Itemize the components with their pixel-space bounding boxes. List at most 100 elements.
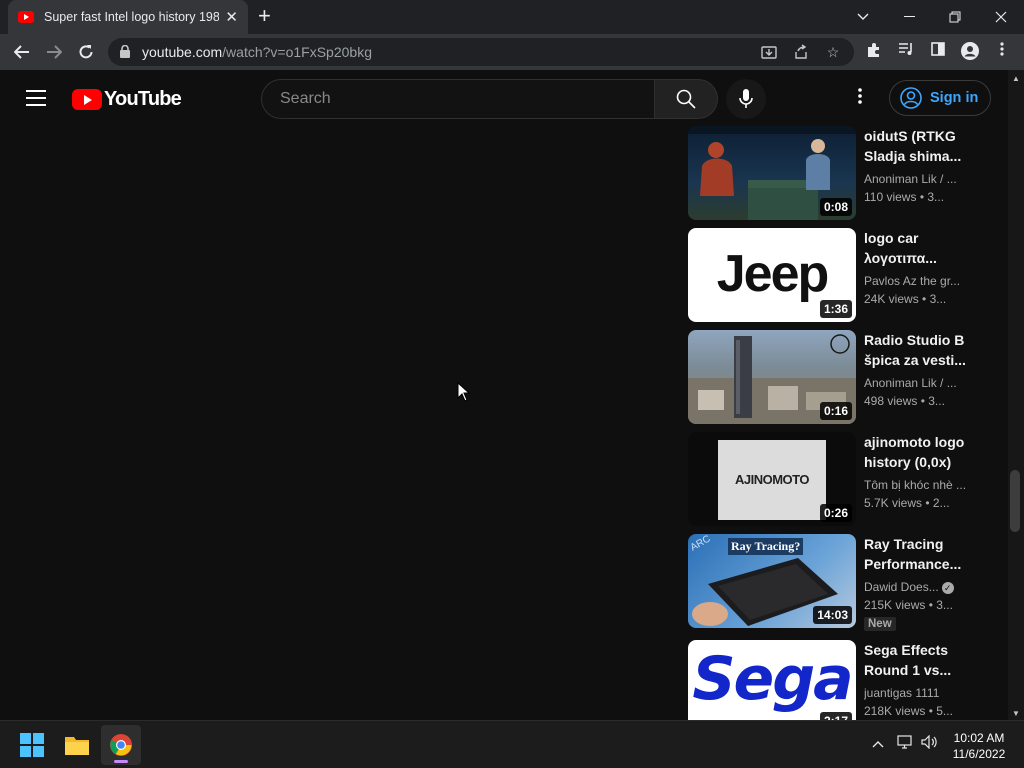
video-duration: 0:26 [819,504,852,522]
video-duration: 14:03 [813,606,852,624]
settings-more-icon[interactable] [850,88,870,110]
video-duration: 1:36 [819,300,852,318]
scrollbar-thumb[interactable] [1010,470,1020,532]
video-thumbnail[interactable]: Jeep 1:36 [688,228,856,322]
account-circle-icon [900,87,922,109]
page-scrollbar[interactable]: ▲ ▼ [1008,70,1024,720]
upload-age: 3... [936,598,953,612]
restore-icon[interactable] [932,0,978,34]
new-badge: New [864,617,896,631]
url-path: /watch?v=o1FxSp20bkg [222,44,372,60]
view-count: 218K views [864,704,926,718]
sign-in-button[interactable]: Sign in [889,80,991,116]
side-panel-icon[interactable] [928,42,948,62]
show-hidden-icons-chevron-icon[interactable] [872,735,884,751]
search-input[interactable] [278,89,638,109]
youtube-play-icon [72,89,102,110]
channel-name[interactable]: Anoniman Lik / ... [864,374,968,392]
scroll-up-arrow-icon[interactable]: ▲ [1012,74,1020,83]
video-title[interactable]: logo car λογοτιπα... [864,228,968,268]
video-thumbnail[interactable]: Ray Tracing? ARC 14:03 [688,534,856,628]
reload-icon[interactable] [74,40,98,64]
youtube-logo[interactable]: YouTube [72,88,182,111]
video-title[interactable]: Sega Effects Round 1 vs... [864,640,968,680]
search-button[interactable] [654,79,718,119]
video-title[interactable]: Radio Studio B špica za vesti... [864,330,968,370]
view-count: 5.7K views [864,496,923,510]
video-thumbnail[interactable]: 0:16 [688,330,856,424]
extensions-puzzle-icon[interactable] [864,42,884,62]
search-box[interactable] [261,79,655,119]
clock-date: 11/6/2022 [952,747,1006,761]
volume-icon[interactable] [921,734,939,752]
thumbnail-text: Ray Tracing? [728,538,804,555]
channel-name[interactable]: Dawid Does... ✓ [864,578,968,596]
recommended-video[interactable]: AJINOMOTO 0:26 ajinomoto logo history (0… [688,432,988,526]
video-stats: 5.7K views • 2... [864,496,950,510]
thumbnail-text: Jeep [716,245,830,303]
forward-arrow-icon[interactable] [42,40,66,64]
tab-title: Super fast Intel logo history 1981 [44,10,220,24]
browser-tab-strip: Super fast Intel logo history 1981 ✕ + [0,0,1024,34]
clock-time: 10:02 AM [953,731,1005,745]
channel-name[interactable]: juantigas 1111 [864,684,968,702]
hamburger-menu-icon[interactable] [26,90,46,106]
windows-start-icon[interactable] [12,725,52,765]
microphone-icon [739,89,753,108]
view-count: 110 views [864,190,917,204]
upload-age: 3... [928,394,945,408]
upload-age: 5... [936,704,953,718]
video-stats: 215K views • 3... [864,598,953,612]
video-thumbnail[interactable]: 0:08 [688,126,856,220]
media-queue-icon[interactable] [896,42,916,62]
video-stats: 218K views • 5... [864,704,953,718]
upload-age: 2... [932,496,950,510]
youtube-logo-text: YouTube [104,88,182,110]
thumbnail-text: Sega [692,644,853,714]
recommended-video[interactable]: Jeep 1:36 logo car λογοτιπα... Pavlos Az… [688,228,988,322]
scroll-down-arrow-icon[interactable]: ▼ [1012,709,1020,718]
tab-close-icon[interactable]: ✕ [225,8,238,26]
video-title[interactable]: oidutS (RTKG Sladja shima... [864,126,968,166]
network-icon[interactable] [897,735,915,752]
video-stats: 110 views • 3... [864,190,945,204]
video-title[interactable]: Ray Tracing Performance... [864,534,968,574]
back-arrow-icon[interactable] [10,40,34,64]
share-icon[interactable] [792,44,810,60]
file-explorer-icon[interactable] [57,725,97,765]
lock-icon[interactable] [120,45,130,58]
search-icon [676,89,696,109]
video-title[interactable]: ajinomoto logo history (0,0x) [864,432,968,472]
install-app-icon[interactable] [760,44,778,60]
channel-name[interactable]: Anoniman Lik / ... [864,170,968,188]
browser-menu-icon[interactable] [992,42,1012,62]
video-thumbnail[interactable]: AJINOMOTO 0:26 [688,432,856,526]
channel-name[interactable]: Tôm bị khóc nhè ... [864,476,968,494]
video-stats: 498 views • 3... [864,394,945,408]
voice-search-button[interactable] [726,79,766,119]
recommended-video[interactable]: 0:08 oidutS (RTKG Sladja shima... Anonim… [688,126,988,220]
video-stats: 24K views • 3... [864,292,947,306]
profile-avatar-icon[interactable] [960,42,980,62]
tab-search-chevron-icon[interactable] [840,0,886,34]
recommended-video[interactable]: Ray Tracing? ARC 14:03 Ray Tracing Perfo… [688,534,988,631]
thumbnail-text: AJINOMOTO [735,472,810,487]
recommended-video[interactable]: 0:16 Radio Studio B špica za vesti... An… [688,330,988,424]
url-host: youtube.com [142,44,223,60]
minimize-icon[interactable] [886,0,932,34]
new-tab-icon[interactable]: + [258,5,271,27]
chrome-taskbar-icon[interactable] [101,725,141,765]
upload-age: 3... [929,292,947,306]
view-count: 215K views [864,598,926,612]
system-clock[interactable]: 10:02 AM 11/6/2022 [946,730,1012,762]
bookmark-star-icon[interactable]: ☆ [824,44,842,60]
view-count: 24K views [864,292,919,306]
channel-name[interactable]: Pavlos Az the gr... [864,272,968,290]
browser-tab[interactable]: Super fast Intel logo history 1981 ✕ [8,0,248,34]
address-bar[interactable]: youtube.com/watch?v=o1FxSp20bkg ☆ [108,38,854,66]
mouse-cursor-icon [457,382,471,402]
channel-name-text: Dawid Does... [864,580,939,594]
close-window-icon[interactable] [978,0,1024,34]
video-duration: 0:08 [819,198,852,216]
sign-in-label: Sign in [930,90,979,106]
